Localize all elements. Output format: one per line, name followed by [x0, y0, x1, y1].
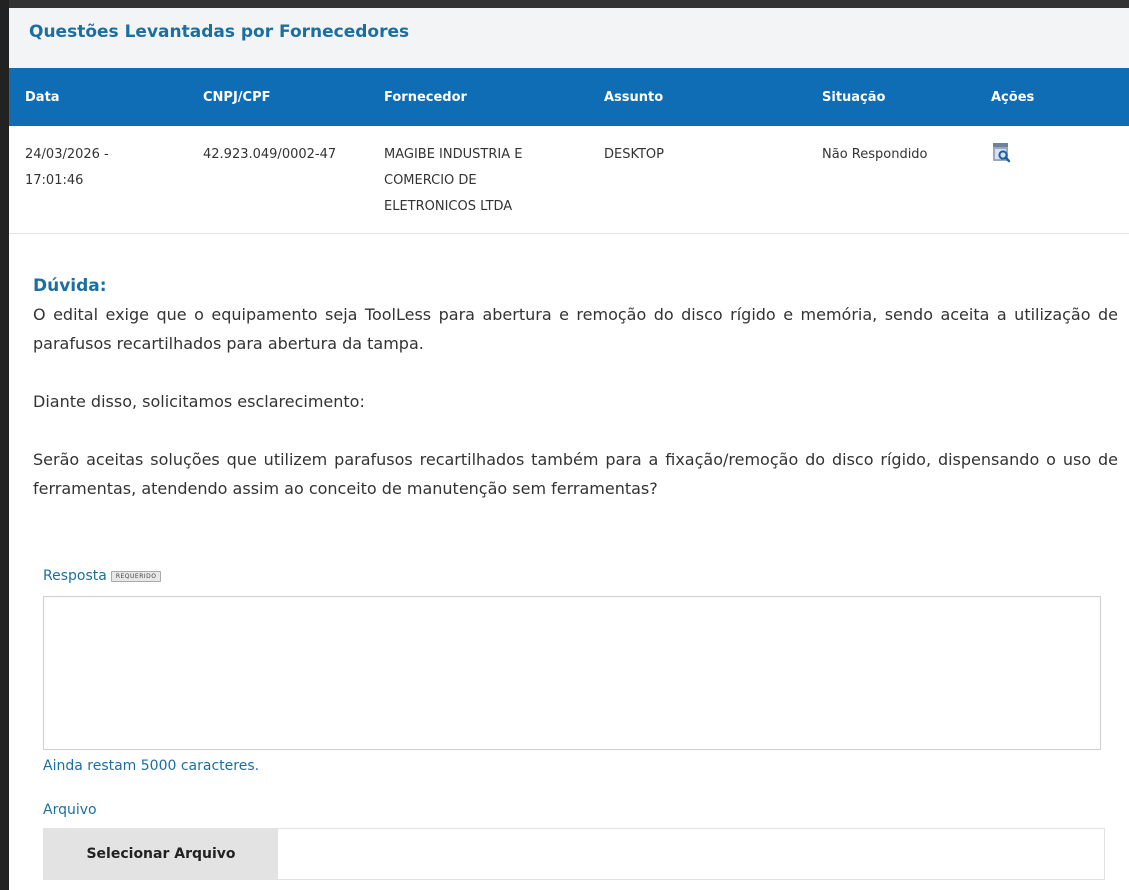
table-header-row: Data CNPJ/CPF Fornecedor Assunto Situaçã… [9, 68, 1129, 126]
remaining-characters: Ainda restam 5000 caracteres. [43, 758, 260, 774]
doubt-paragraph: O edital exige que o equipamento seja To… [33, 305, 1118, 353]
resposta-textarea[interactable] [43, 596, 1101, 750]
cell-data: 24/03/2026 - 17:01:46 [9, 126, 187, 234]
doubt-text: O edital exige que o equipamento seja To… [33, 300, 1118, 532]
arquivo-label: Arquivo [43, 802, 97, 818]
questions-panel: Questões Levantadas por Fornecedores Dat… [9, 8, 1129, 890]
select-file-button[interactable]: Selecionar Arquivo [44, 829, 278, 879]
cell-acoes [975, 126, 1129, 234]
table-row: 24/03/2026 - 17:01:46 42.923.049/0002-47… [9, 126, 1129, 234]
questions-table: Data CNPJ/CPF Fornecedor Assunto Situaçã… [9, 68, 1129, 234]
column-header-data: Data [9, 68, 187, 126]
column-header-cnpj: CNPJ/CPF [187, 68, 368, 126]
search-document-icon[interactable] [991, 142, 1013, 164]
column-header-fornecedor: Fornecedor [368, 68, 588, 126]
cell-situacao: Não Respondido [806, 126, 975, 234]
file-input[interactable]: Selecionar Arquivo [43, 828, 1105, 880]
doubt-paragraph: Serão aceitas soluções que utilizem para… [33, 450, 1118, 498]
panel-title: Questões Levantadas por Fornecedores [29, 22, 410, 42]
column-header-situacao: Situação [806, 68, 975, 126]
column-header-acoes: Ações [975, 68, 1129, 126]
doubt-label: Dúvida: [33, 276, 107, 296]
resposta-label: Resposta [43, 568, 107, 584]
resposta-label-row: Resposta REQUERIDO [43, 568, 162, 584]
panel-header: Questões Levantadas por Fornecedores [9, 8, 1129, 68]
cell-assunto: DESKTOP [588, 126, 806, 234]
top-window-strip [0, 0, 1129, 8]
required-badge: REQUERIDO [110, 570, 162, 582]
left-window-border [0, 0, 9, 890]
doubt-paragraph: Diante disso, solicitamos esclarecimento… [33, 392, 365, 411]
column-header-assunto: Assunto [588, 68, 806, 126]
cell-cnpj: 42.923.049/0002-47 [187, 126, 368, 234]
cell-fornecedor: MAGIBE INDUSTRIA E COMERCIO DE ELETRONIC… [368, 126, 588, 234]
